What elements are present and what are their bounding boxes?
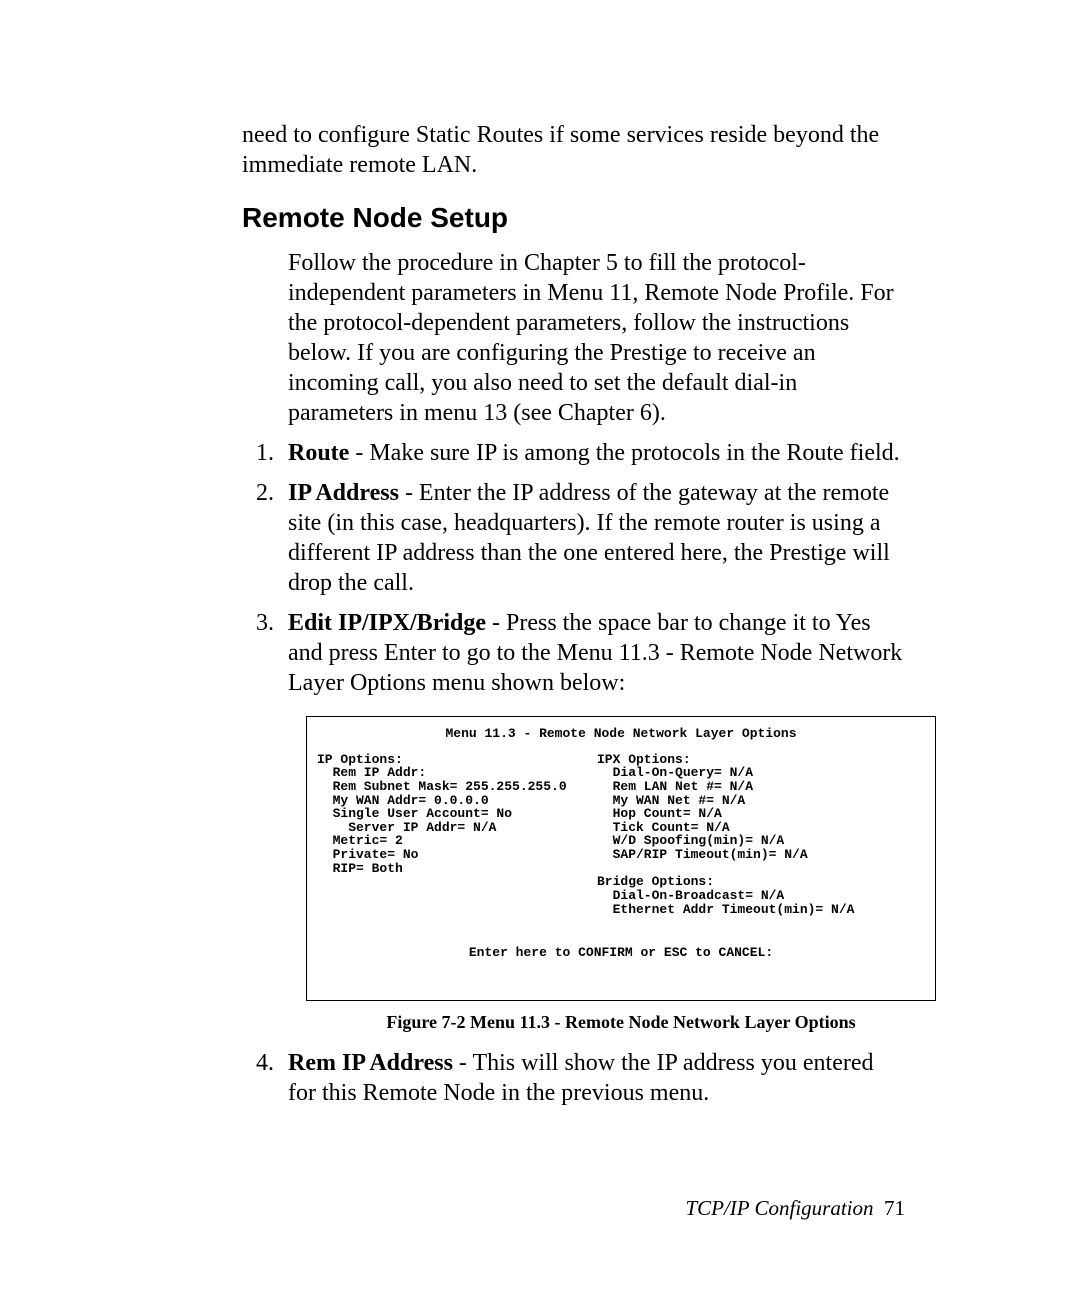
list-item: IP Address - Enter the IP address of the… [242,478,905,598]
terminal-footer: Enter here to CONFIRM or ESC to CANCEL: [317,946,925,960]
terminal-line: W/D Spoofing(min)= N/A [597,834,925,848]
footer-title: TCP/IP Configuration [685,1196,873,1220]
section-heading: Remote Node Setup [242,202,905,234]
list-item-lead: Edit IP/IPX/Bridge [288,610,486,636]
terminal-line: Single User Account= No [317,807,597,821]
terminal-line: Tick Count= N/A [597,821,925,835]
terminal-line: Ethernet Addr Timeout(min)= N/A [597,903,925,917]
list-item: Rem IP Address - This will show the IP a… [242,1048,905,1108]
lead-paragraph: need to configure Static Routes if some … [242,120,905,180]
figure-caption: Figure 7-2 Menu 11.3 - Remote Node Netwo… [306,1011,936,1034]
terminal-line: SAP/RIP Timeout(min)= N/A [597,848,925,862]
terminal-line: Hop Count= N/A [597,807,925,821]
list-item-lead: Rem IP Address [288,1050,453,1076]
terminal-line: Server IP Addr= N/A [317,821,597,835]
document-page: need to configure Static Routes if some … [0,0,1080,1311]
terminal-line: Private= No [317,848,597,862]
terminal-line: Rem IP Addr: [317,766,597,780]
list-item: Route - Make sure IP is among the protoc… [242,438,905,468]
list-item-lead: Route [288,440,349,466]
page-footer: TCP/IP Configuration 71 [685,1196,905,1221]
terminal-line: Metric= 2 [317,834,597,848]
terminal-heading: IPX Options: [597,753,925,767]
terminal-line: Dial-On-Query= N/A [597,766,925,780]
terminal-line: My WAN Net #= N/A [597,794,925,808]
terminal-line [597,862,925,876]
list-item-text: - Make sure IP is among the protocols in… [349,440,899,466]
ordered-list: Route - Make sure IP is among the protoc… [242,438,905,1108]
terminal-right-column: IPX Options: Dial-On-Query= N/A Rem LAN … [597,753,925,917]
terminal-line: Rem Subnet Mask= 255.255.255.0 [317,780,597,794]
terminal-line: Rem LAN Net #= N/A [597,780,925,794]
intro-paragraph: Follow the procedure in Chapter 5 to fil… [288,248,905,428]
page-number: 71 [884,1196,905,1220]
terminal-line: Dial-On-Broadcast= N/A [597,889,925,903]
terminal-heading: IP Options: [317,753,597,767]
terminal-screenshot: Menu 11.3 - Remote Node Network Layer Op… [306,716,936,1001]
terminal-heading: Bridge Options: [597,875,925,889]
list-item-lead: IP Address [288,480,399,506]
terminal-line: My WAN Addr= 0.0.0.0 [317,794,597,808]
terminal-left-column: IP Options: Rem IP Addr: Rem Subnet Mask… [317,753,597,917]
terminal-title: Menu 11.3 - Remote Node Network Layer Op… [317,727,925,741]
list-item: Edit IP/IPX/Bridge - Press the space bar… [242,608,905,1034]
terminal-line: RIP= Both [317,862,597,876]
